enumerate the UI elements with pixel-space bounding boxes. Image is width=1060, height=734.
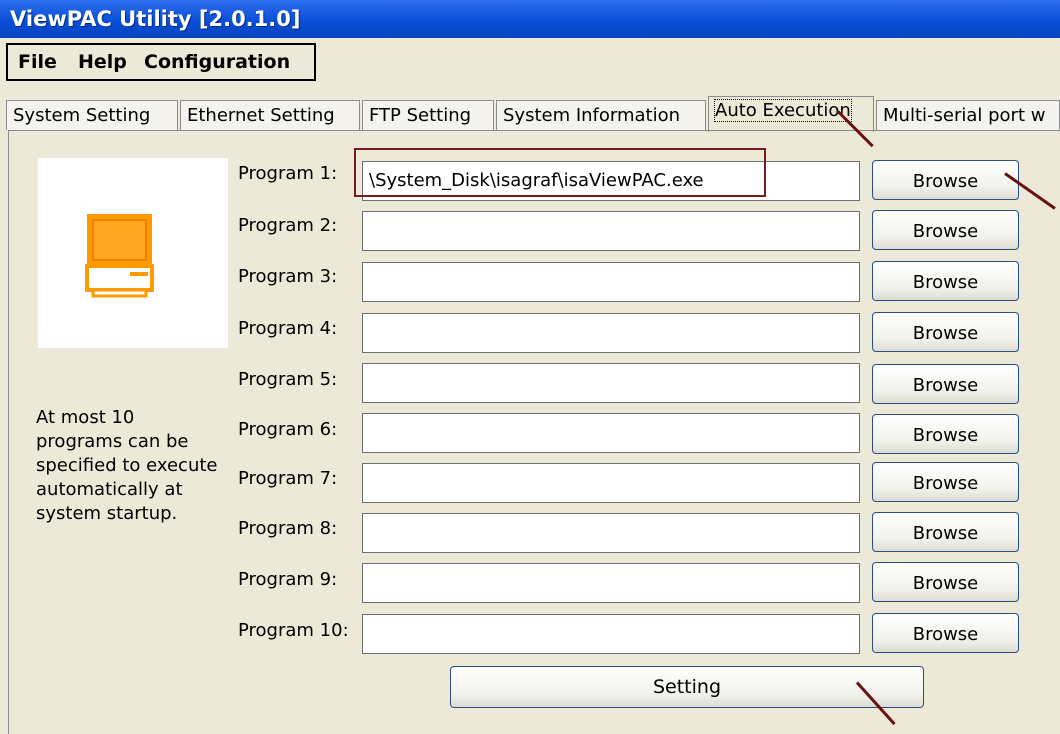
tab-label: System Information: [503, 105, 681, 126]
tab-ethernet-setting[interactable]: Ethernet Setting: [180, 100, 360, 130]
program-3-label: Program 3:: [238, 266, 338, 287]
program-10-input[interactable]: [362, 614, 860, 654]
browse-button-5[interactable]: Browse: [872, 364, 1019, 404]
program-4-label: Program 4:: [238, 318, 338, 339]
program-5-label: Program 5:: [238, 369, 338, 390]
tab-label: Ethernet Setting: [187, 105, 335, 126]
program-1-label: Program 1:: [238, 163, 338, 184]
tab-system-setting[interactable]: System Setting: [6, 100, 178, 130]
program-6-input[interactable]: [362, 413, 860, 453]
window-title: ViewPAC Utility [2.0.1.0]: [10, 7, 301, 31]
title-bar: ViewPAC Utility [2.0.1.0]: [0, 0, 1060, 38]
program-4-input[interactable]: [362, 313, 860, 353]
program-7-input[interactable]: [362, 463, 860, 503]
browse-button-1[interactable]: Browse: [872, 160, 1019, 200]
browse-button-6[interactable]: Browse: [872, 414, 1019, 454]
browse-button-4[interactable]: Browse: [872, 312, 1019, 352]
menu-bar: File Help Configuration: [6, 43, 316, 81]
tab-label: Auto Execution: [714, 99, 852, 122]
menu-configuration[interactable]: Configuration: [144, 51, 290, 73]
program-2-label: Program 2:: [238, 215, 338, 236]
tab-ftp-setting[interactable]: FTP Setting: [362, 100, 494, 130]
browse-button-8[interactable]: Browse: [872, 512, 1019, 552]
tab-multi-serial-port[interactable]: Multi-serial port w: [876, 100, 1060, 130]
setting-button[interactable]: Setting: [450, 666, 924, 708]
tab-auto-execution[interactable]: Auto Execution: [708, 96, 874, 132]
program-7-label: Program 7:: [238, 468, 338, 489]
program-5-input[interactable]: [362, 363, 860, 403]
tab-label: Multi-serial port w: [883, 105, 1046, 126]
program-2-input[interactable]: [362, 211, 860, 251]
browse-button-7[interactable]: Browse: [872, 462, 1019, 502]
help-text: At most 10 programs can be specified to …: [36, 407, 218, 524]
program-9-input[interactable]: [362, 563, 860, 603]
program-9-label: Program 9:: [238, 569, 338, 590]
program-8-label: Program 8:: [238, 518, 338, 539]
tab-label: System Setting: [13, 105, 151, 126]
computer-icon: [85, 214, 154, 298]
program-6-label: Program 6:: [238, 419, 338, 440]
program-8-input[interactable]: [362, 513, 860, 553]
tab-label: FTP Setting: [369, 105, 472, 126]
menu-help[interactable]: Help: [78, 51, 127, 73]
app-window: File Help Configuration System Setting E…: [0, 38, 1060, 734]
menu-file[interactable]: File: [18, 51, 57, 73]
browse-button-10[interactable]: Browse: [872, 613, 1019, 653]
browse-button-9[interactable]: Browse: [872, 562, 1019, 602]
annotation-highlight-box: [354, 148, 766, 197]
program-3-input[interactable]: [362, 262, 860, 302]
tab-strip: System Setting Ethernet Setting FTP Sett…: [6, 96, 1060, 132]
program-10-label: Program 10:: [238, 620, 349, 641]
browse-button-2[interactable]: Browse: [872, 210, 1019, 250]
browse-button-3[interactable]: Browse: [872, 261, 1019, 301]
tab-system-information[interactable]: System Information: [496, 100, 706, 130]
icon-box: [38, 158, 228, 348]
